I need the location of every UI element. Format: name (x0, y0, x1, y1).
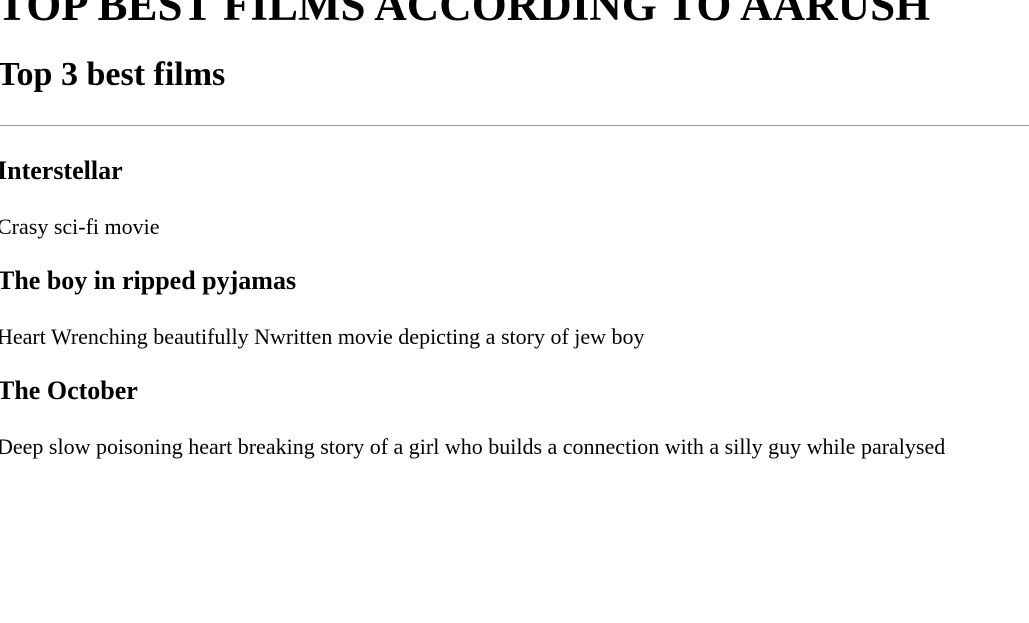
film-description: Crasy sci-fi movie (0, 214, 160, 239)
page-content: TOP BEST FILMS ACCORDING TO AARUSH Top 3… (0, 0, 1029, 459)
film-title: The boy in ripped pyjamas (0, 266, 297, 295)
film-list: Interstellar Crasy sci-fi movie The boy … (0, 156, 1029, 459)
film-item: The boy in ripped pyjamas Heart Wrenchin… (0, 266, 1029, 349)
film-title: Interstellar (0, 156, 123, 185)
page-title: TOP BEST FILMS ACCORDING TO AARUSH (0, 0, 931, 30)
film-item: The October Deep slow poisoning heart br… (0, 376, 1029, 459)
film-title: The October (0, 376, 138, 405)
page-subtitle: Top 3 best films (0, 56, 226, 93)
film-item: Interstellar Crasy sci-fi movie (0, 156, 1029, 239)
film-description: Heart Wrenching beautifully Nwritten mov… (0, 324, 645, 349)
film-description: Deep slow poisoning heart breaking story… (0, 434, 946, 459)
divider (0, 125, 1029, 126)
